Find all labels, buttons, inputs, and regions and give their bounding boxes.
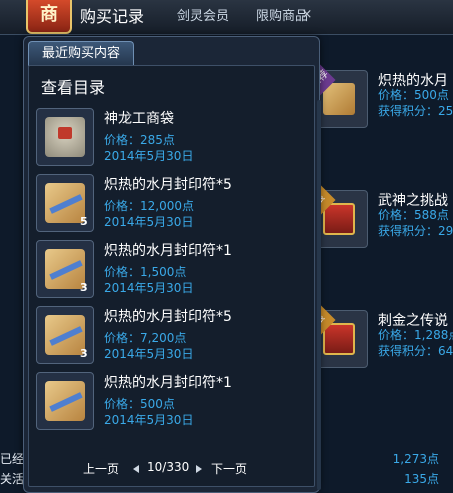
list-item[interactable]: 5 炽热的水月封印符*5 价格：12,000点 2014年5月30日: [34, 168, 309, 232]
list-item[interactable]: 炽热的水月封印符*1 价格：500点 2014年5月30日: [34, 366, 309, 430]
item-name: 炽热的水月封印符*5: [104, 177, 232, 193]
shop-item-points: 获得积分：64: [378, 344, 453, 358]
status-text: 已经: [0, 452, 25, 466]
shop-item-price: 价格：500点: [378, 88, 449, 102]
item-date: 2014年5月30日: [104, 347, 194, 361]
item-name: 炽热的水月封印符*1: [104, 375, 232, 391]
shop-item[interactable]: 限 刺金之传说 价格：1,288点 获得积分：64: [304, 304, 453, 396]
list-item[interactable]: 3 炽热的水月封印符*5 价格：7,200点 2014年5月30日: [34, 300, 309, 364]
item-quantity: 5: [80, 215, 88, 228]
list-item[interactable]: 3 炽热的水月封印符*1 价格：1,500点 2014年5月30日: [34, 234, 309, 298]
shop-item-points: 获得积分：25: [378, 104, 453, 118]
chevron-right-icon[interactable]: [196, 465, 202, 473]
list-item[interactable]: 神龙工商袋 价格：285点 2014年5月30日: [34, 102, 309, 166]
item-price: 价格：500点: [104, 397, 175, 411]
tab-membership[interactable]: 剑灵会员: [177, 0, 229, 34]
item-quantity: 3: [80, 347, 88, 360]
item-price: 价格：1,500点: [104, 265, 187, 279]
item-name: 炽热的水月封印符*5: [104, 309, 232, 325]
item-price: 价格：7,200点: [104, 331, 187, 345]
shop-item[interactable]: 限 武神之挑战 价格：588点 获得积分：29: [304, 184, 453, 276]
shop-item-price: 价格：1,288点: [378, 328, 453, 342]
shop-item-price: 价格：588点: [378, 208, 449, 222]
item-price: 价格：12,000点: [104, 199, 194, 213]
item-name: 神龙工商袋: [104, 111, 174, 127]
balance-points: 135点: [404, 472, 439, 486]
top-bar: 商 购买记录 剑灵会员 限购商品 ×: [0, 0, 453, 35]
balance-points: 1,273点: [392, 452, 439, 466]
tab-recent-purchases[interactable]: 最近购买内容: [28, 41, 134, 66]
item-date: 2014年5月30日: [104, 215, 194, 229]
chevron-left-icon[interactable]: [133, 465, 139, 473]
status-text: 关活: [0, 472, 25, 486]
shop-badge-icon: 商: [26, 0, 72, 34]
item-quantity: 3: [80, 281, 88, 294]
panel-title: 查看目录: [41, 78, 106, 97]
recent-purchases-panel: 最近购买内容 查看目录 神龙工商袋 价格：285点 2014年5月30日 5 炽…: [23, 36, 321, 493]
item-date: 2014年5月30日: [104, 149, 194, 163]
tab-purchase-history[interactable]: 购买记录: [80, 0, 144, 34]
next-page-button[interactable]: 下一页: [211, 460, 247, 477]
item-date: 2014年5月30日: [104, 413, 194, 427]
close-icon[interactable]: ×: [300, 8, 314, 22]
prev-page-button[interactable]: 上一页: [83, 460, 119, 477]
panel-content: 查看目录 神龙工商袋 价格：285点 2014年5月30日 5 炽热的水月封印符…: [28, 65, 321, 490]
shop-item-points: 获得积分：29: [378, 224, 453, 238]
shop-item[interactable]: 推荐 炽热的水月 价格：500点 获得积分：25: [304, 64, 453, 156]
page-indicator: 10/330: [147, 460, 190, 474]
bag-icon: [36, 108, 94, 166]
item-price: 价格：285点: [104, 133, 175, 147]
pagination: 上一页 10/330 下一页: [29, 458, 314, 478]
talisman-icon: [36, 372, 94, 430]
item-date: 2014年5月30日: [104, 281, 194, 295]
item-name: 炽热的水月封印符*1: [104, 243, 232, 259]
scrollbar[interactable]: [317, 100, 321, 490]
